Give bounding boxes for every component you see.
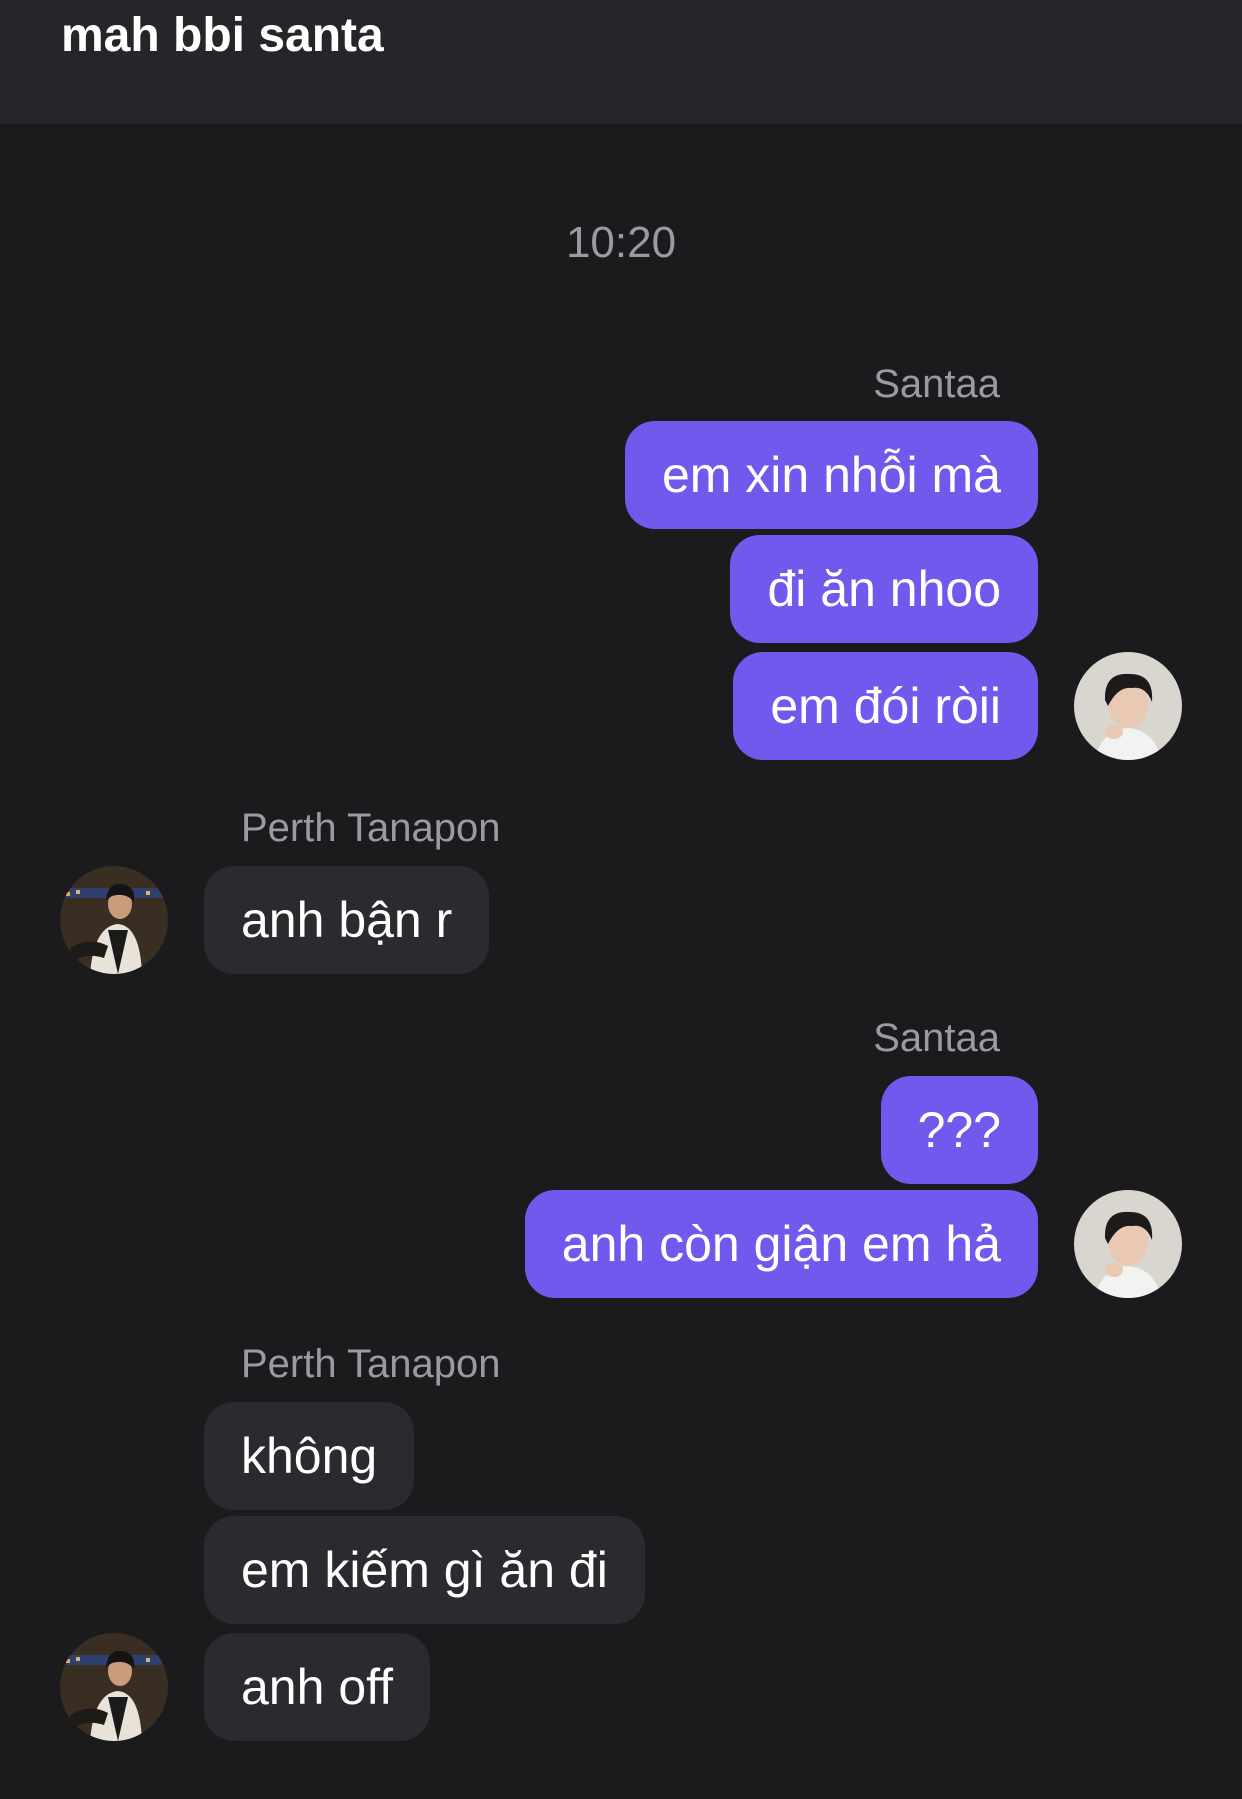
message-timestamp: 10:20: [565, 218, 677, 267]
santaa-avatar[interactable]: [1074, 652, 1182, 760]
incoming-message-bubble[interactable]: không: [204, 1402, 415, 1510]
incoming-message-bubble[interactable]: anh off: [204, 1633, 431, 1741]
sender-name-perth-tanapon: Perth Tanapon: [241, 806, 501, 850]
perth-tanapon-avatar[interactable]: [60, 1633, 168, 1741]
outgoing-message-bubble[interactable]: anh còn giận em hả: [524, 1190, 1038, 1298]
incoming-message-bubble[interactable]: em kiếm gì ăn đi: [204, 1516, 645, 1624]
sender-name-perth-tanapon: Perth Tanapon: [241, 1342, 501, 1386]
sender-name-santaa: Santaa: [873, 362, 1000, 406]
outgoing-message-bubble[interactable]: em xin nhỗi mà: [624, 421, 1038, 529]
santaa-avatar[interactable]: [1074, 1190, 1182, 1298]
incoming-message-bubble[interactable]: anh bận r: [204, 866, 490, 974]
outgoing-message-bubble[interactable]: em đói ròii: [733, 652, 1038, 760]
sender-name-santaa: Santaa: [873, 1016, 1000, 1060]
chat-header: mah bbi santa: [0, 0, 1242, 124]
perth-tanapon-avatar[interactable]: [60, 866, 168, 974]
chat-title[interactable]: mah bbi santa: [61, 6, 384, 66]
outgoing-message-bubble[interactable]: đi ăn nhoo: [730, 535, 1038, 643]
outgoing-message-bubble[interactable]: ???: [880, 1076, 1038, 1184]
